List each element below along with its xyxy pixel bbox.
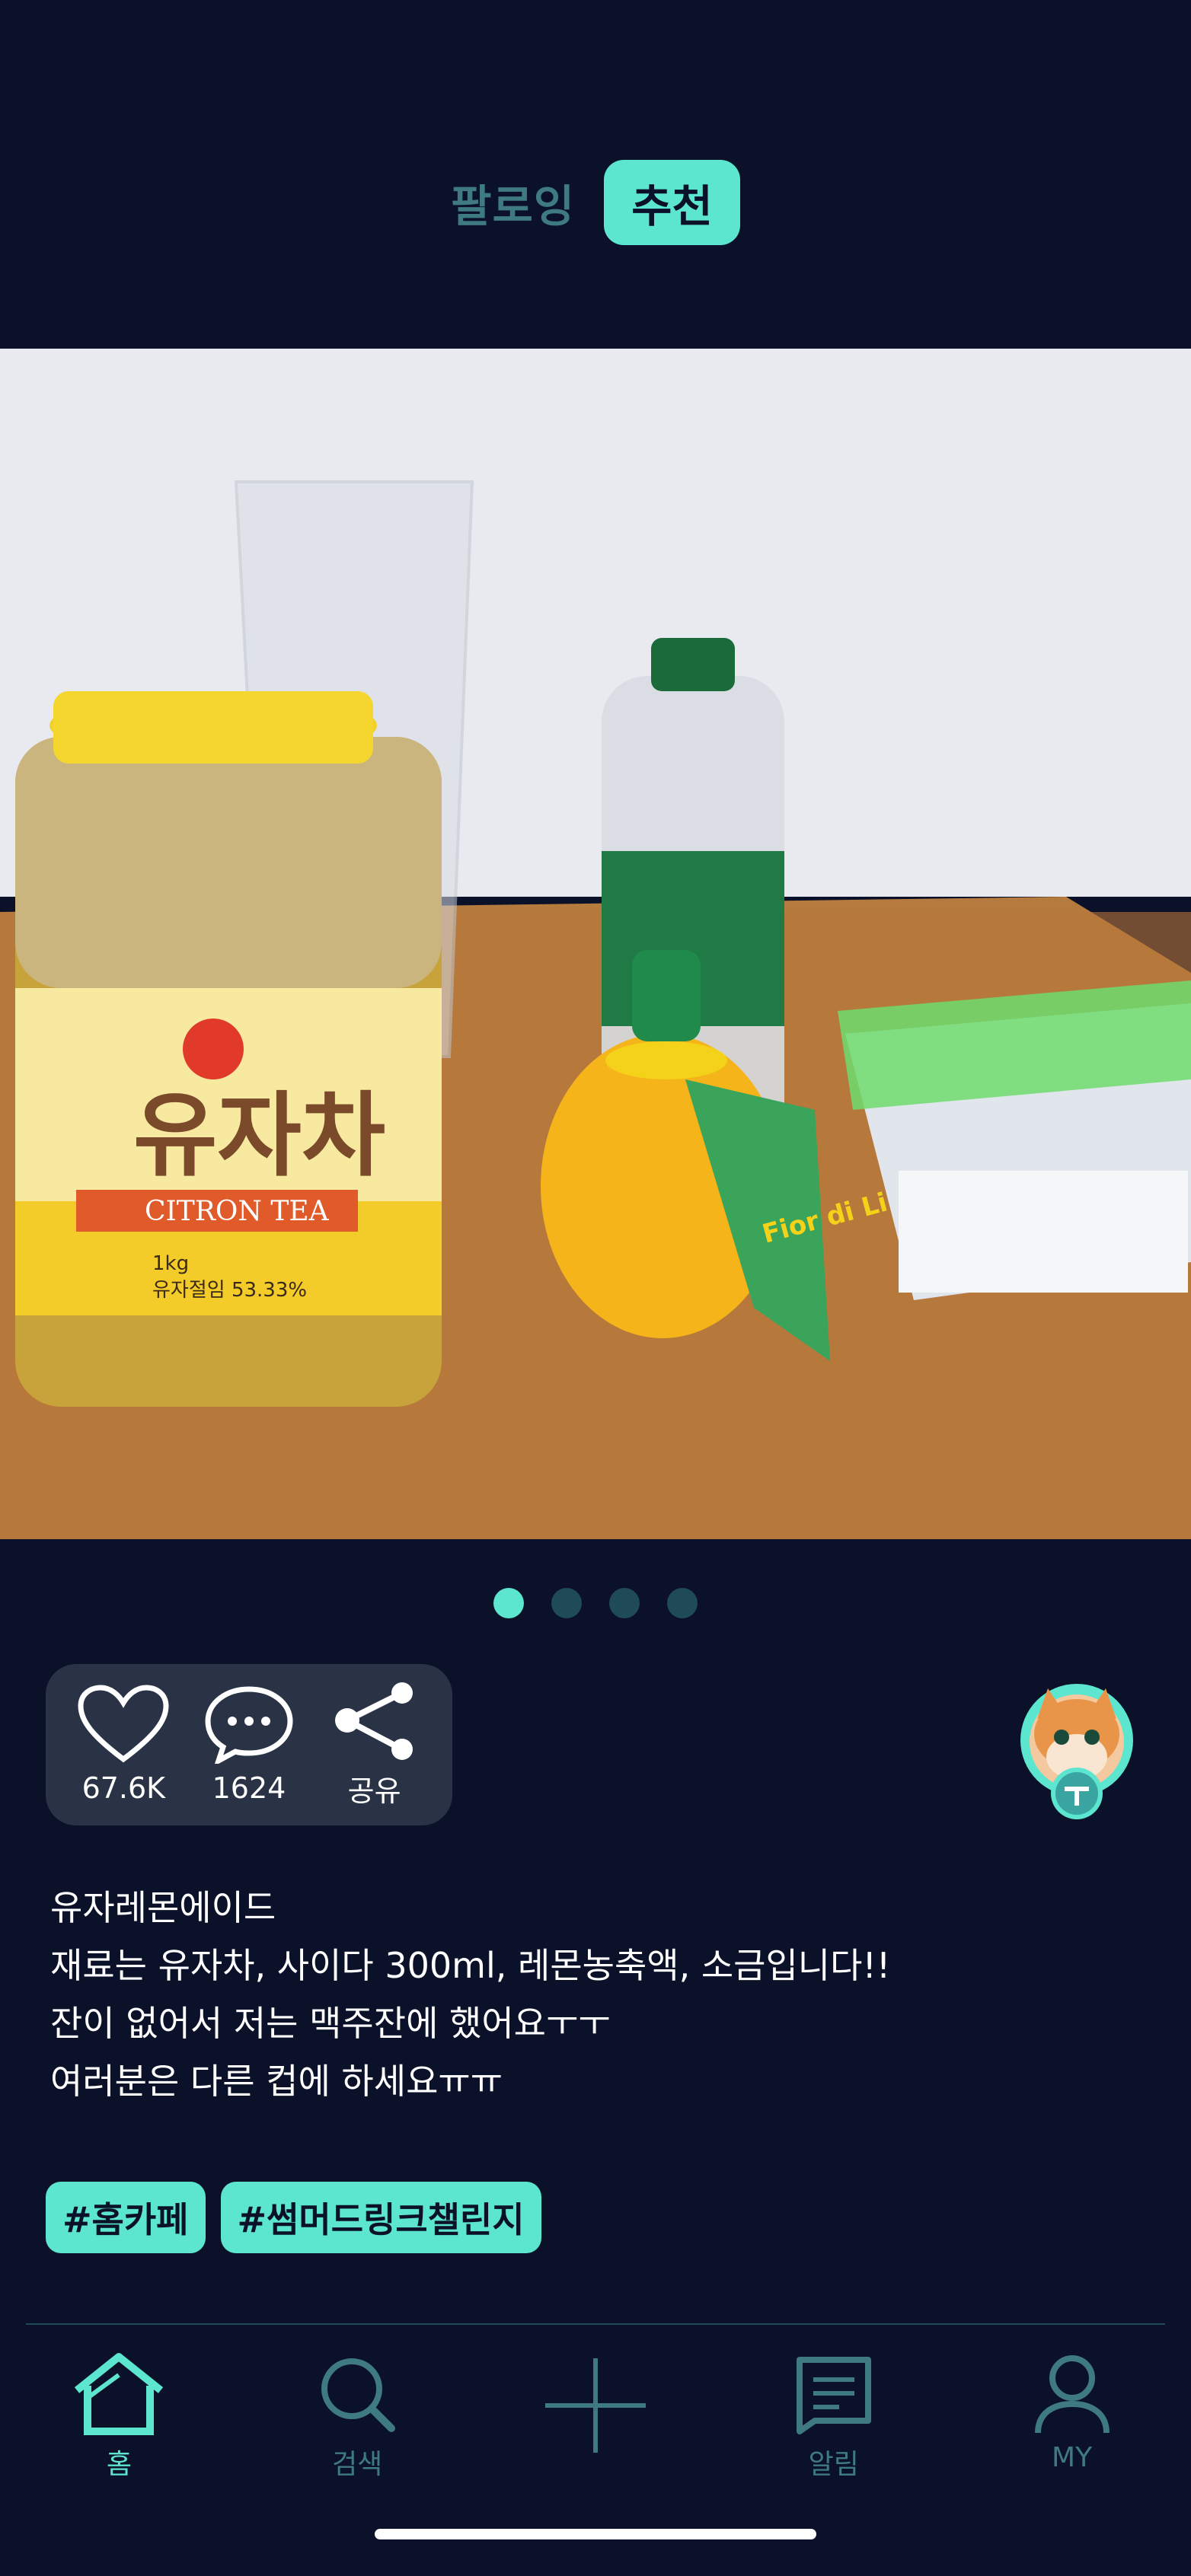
- jar-label-text: 유자차: [133, 1083, 385, 1189]
- hashtag-home-cafe[interactable]: #홈카페: [46, 2182, 206, 2253]
- notification-list-icon: [796, 2357, 871, 2434]
- comment-button[interactable]: 1624: [203, 1685, 295, 1805]
- hashtag-summer-drink-challenge[interactable]: #썸머드링크챌린지: [220, 2182, 541, 2253]
- jar-sub-text: CITRON TEA: [145, 1196, 330, 1227]
- tab-recommend[interactable]: 추천: [604, 160, 740, 245]
- tab-following[interactable]: 팔로잉: [451, 171, 575, 234]
- nav-my-label: MY: [1052, 2442, 1093, 2473]
- share-label: 공유: [347, 1774, 401, 1808]
- photo-pagination: [0, 1588, 1191, 1618]
- post-photo[interactable]: 유자차 CITRON TEA 1kg 유자절임 53.33% Fior di L…: [0, 349, 1191, 1539]
- nav-divider: [26, 2323, 1165, 2325]
- plus-icon: [544, 2358, 646, 2453]
- user-icon: [1034, 2355, 1110, 2434]
- pagination-dot-4[interactable]: [667, 1588, 698, 1618]
- home-indicator: [375, 2529, 816, 2539]
- heart-icon: [78, 1685, 169, 1763]
- pagination-dot-1[interactable]: [493, 1588, 524, 1618]
- nav-create[interactable]: [504, 2352, 687, 2459]
- nav-home[interactable]: 홈: [27, 2352, 210, 2482]
- caption-line-4: 여러분은 다른 컵에 하세요ㅠㅠ: [50, 2061, 503, 2102]
- share-button[interactable]: 공유: [329, 1681, 420, 1809]
- feed-tabs: 팔로잉 추천: [0, 160, 1191, 245]
- nav-home-label: 홈: [106, 2449, 132, 2480]
- comment-icon: [205, 1686, 293, 1764]
- jar-weight-text: 1kg: [152, 1252, 189, 1275]
- hashtag-list: #홈카페 #썸머드링크챌린지: [46, 2182, 541, 2253]
- caption-line-2: 재료는 유자차, 사이다 300ml, 레몬농축액, 소금입니다!!: [50, 1945, 891, 1986]
- post-caption: 유자레몬에이드 재료는 유자차, 사이다 300ml, 레몬농축액, 소금입니다…: [50, 1879, 1147, 2110]
- nav-search[interactable]: 검색: [266, 2352, 449, 2482]
- post-actions: 67.6K 1624 공유: [46, 1664, 452, 1825]
- pagination-dot-2[interactable]: [551, 1588, 582, 1618]
- share-icon: [334, 1682, 413, 1760]
- jar-percent-text: 유자절임 53.33%: [152, 1279, 307, 1302]
- like-button[interactable]: 67.6K: [78, 1685, 169, 1805]
- search-icon: [321, 2358, 396, 2432]
- pagination-dot-3[interactable]: [609, 1588, 640, 1618]
- nav-search-label: 검색: [332, 2449, 383, 2480]
- nav-notifications-label: 알림: [808, 2449, 859, 2480]
- nav-my[interactable]: MY: [981, 2352, 1164, 2473]
- like-count: 67.6K: [81, 1771, 166, 1805]
- nav-notifications[interactable]: 알림: [742, 2352, 925, 2482]
- home-icon: [75, 2353, 164, 2435]
- caption-title: 유자레몬에이드: [50, 1887, 276, 1928]
- caption-line-3: 잔이 없어서 저는 맥주잔에 했어요ㅜㅜ: [50, 2003, 611, 2044]
- author-avatar[interactable]: [1017, 1681, 1136, 1822]
- bottom-nav: 홈 검색 알림 MY: [0, 2352, 1191, 2504]
- comment-count: 1624: [212, 1771, 286, 1805]
